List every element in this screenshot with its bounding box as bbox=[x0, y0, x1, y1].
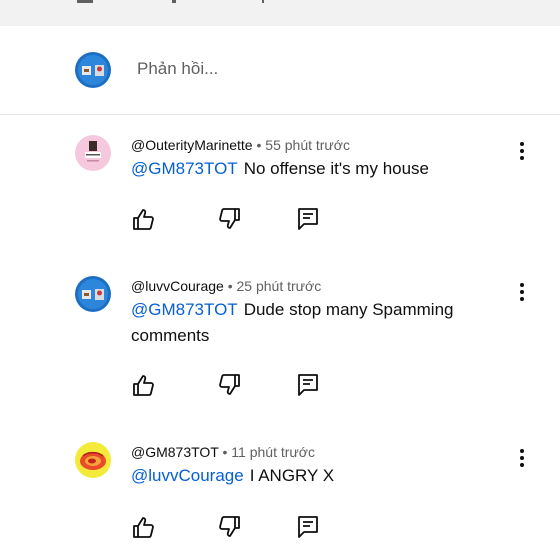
reply-button[interactable] bbox=[294, 205, 322, 233]
comment-time: 11 phút trước bbox=[231, 444, 315, 460]
like-icon bbox=[133, 209, 154, 230]
dislike-icon bbox=[219, 516, 240, 537]
dislike-icon bbox=[219, 208, 240, 229]
comment-time: 55 phút trước bbox=[265, 137, 350, 153]
more-vert-icon[interactable] bbox=[510, 139, 534, 163]
meta-separator: • bbox=[252, 137, 266, 153]
reply-icon bbox=[298, 374, 318, 396]
mention-link[interactable]: @luvvCourage bbox=[131, 466, 244, 485]
comment-text: @GM873TOT Dude stop many Spamming comment… bbox=[131, 297, 491, 349]
reply-icon bbox=[298, 208, 318, 230]
comment-meta: @GM873TOT • 11 phút trước bbox=[131, 444, 315, 460]
current-user-avatar bbox=[75, 52, 111, 88]
reply-button[interactable] bbox=[294, 513, 322, 541]
comment-text: @luvvCourage I ANGRY X bbox=[131, 463, 491, 489]
comment-body-text: I ANGRY X bbox=[249, 466, 335, 485]
dislike-button[interactable] bbox=[216, 371, 244, 399]
commenter-avatar[interactable] bbox=[75, 276, 111, 312]
more-vert-icon[interactable] bbox=[510, 280, 534, 304]
dislike-button[interactable] bbox=[216, 513, 244, 541]
comment-text: @GM873TOT No offense it's my house bbox=[131, 156, 491, 182]
dislike-button[interactable] bbox=[216, 205, 244, 233]
like-button[interactable] bbox=[129, 371, 157, 399]
comment-author[interactable]: @OuterityMarinette bbox=[131, 137, 253, 153]
dislike-icon bbox=[219, 374, 240, 395]
like-icon bbox=[133, 517, 154, 538]
mention-link[interactable]: @GM873TOT bbox=[131, 159, 238, 178]
comment-body-text: No offense it's my house bbox=[243, 159, 430, 178]
like-icon bbox=[133, 375, 154, 396]
mention-link[interactable]: @GM873TOT bbox=[131, 300, 238, 319]
reply-input[interactable]: Phản hồi... bbox=[137, 59, 218, 79]
like-button[interactable] bbox=[129, 513, 157, 541]
reply-icon bbox=[298, 516, 318, 538]
reply-composer: Phản hồi... bbox=[0, 26, 560, 114]
comment-author[interactable]: @GM873TOT bbox=[131, 444, 219, 460]
reply-button[interactable] bbox=[294, 371, 322, 399]
meta-separator: • bbox=[218, 444, 232, 460]
like-button[interactable] bbox=[129, 205, 157, 233]
more-vert-icon[interactable] bbox=[510, 446, 534, 470]
divider bbox=[0, 114, 560, 115]
comment-meta: @OuterityMarinette • 55 phút trước bbox=[131, 137, 350, 153]
top-bar-icon-stub bbox=[172, 0, 176, 3]
comment-meta: @luvvCourage • 25 phút trước bbox=[131, 278, 321, 294]
top-bar-icon-stub bbox=[77, 0, 93, 3]
commenter-avatar[interactable] bbox=[75, 135, 111, 171]
comment-time: 25 phút trước bbox=[236, 278, 322, 294]
top-bar-icon-stub bbox=[262, 0, 264, 3]
commenter-avatar[interactable] bbox=[75, 442, 111, 478]
comment-author[interactable]: @luvvCourage bbox=[131, 278, 224, 294]
meta-separator: • bbox=[223, 278, 237, 294]
top-bar bbox=[0, 0, 560, 26]
